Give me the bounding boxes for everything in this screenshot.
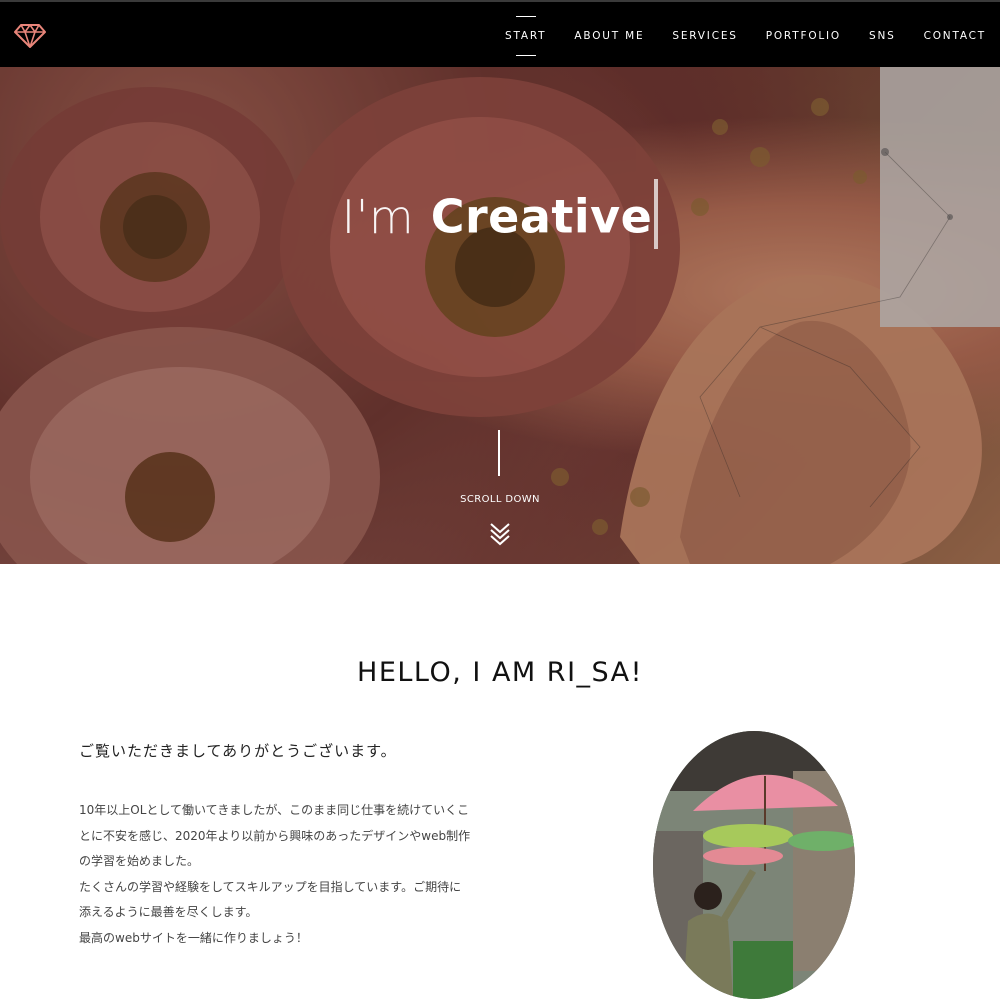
about-line: たくさんの学習や経験をしてスキルアップを目指しています。ご期待に (79, 879, 462, 894)
nav-portfolio[interactable]: PORTFOLIO (766, 30, 841, 42)
nav-start[interactable]: START (505, 15, 546, 56)
about-line: の学習を始めました。 (79, 854, 200, 868)
scroll-line (498, 430, 500, 476)
about-line: 添えるように最善を尽くします。 (79, 905, 258, 919)
about-line: とに不安を感じ、2020年より以前から興味のあったデザインやweb制作 (79, 828, 471, 843)
about-title: HELLO, I AM RI_SA! (357, 657, 643, 688)
double-chevron-down-icon[interactable] (489, 522, 511, 546)
profile-photo (653, 731, 855, 999)
about-line: 10年以上OLとして働いてきましたが、このまま同じ仕事を続けていくこ (79, 803, 470, 817)
main-nav: START ABOUT ME SERVICES PORTFOLIO SNS CO… (477, 2, 986, 69)
about-body: 10年以上OLとして働いてきましたが、このまま同じ仕事を続けていくこ とに不安を… (79, 798, 499, 951)
hero-overlay (0, 67, 1000, 564)
about-greeting: ご覧いただきましてありがとうございます。 (79, 742, 397, 760)
scroll-down-label[interactable]: SCROLL DOWN (0, 494, 1000, 505)
diamond-icon[interactable] (14, 22, 46, 48)
headline-word: Creative (430, 189, 653, 244)
hero-headline: I'm Creative (0, 179, 1000, 255)
typing-cursor (654, 179, 659, 249)
headline-prefix: I'm (341, 189, 415, 244)
nav-about-me[interactable]: ABOUT ME (574, 30, 644, 42)
about-line: 最高のwebサイトを一緒に作りましょう！ (79, 930, 308, 945)
nav-services[interactable]: SERVICES (672, 30, 737, 42)
nav-contact[interactable]: CONTACT (924, 30, 986, 42)
navbar: START ABOUT ME SERVICES PORTFOLIO SNS CO… (0, 0, 1000, 67)
hero-section: I'm Creative SCROLL DOWN (0, 67, 1000, 564)
nav-sns[interactable]: SNS (869, 30, 896, 42)
